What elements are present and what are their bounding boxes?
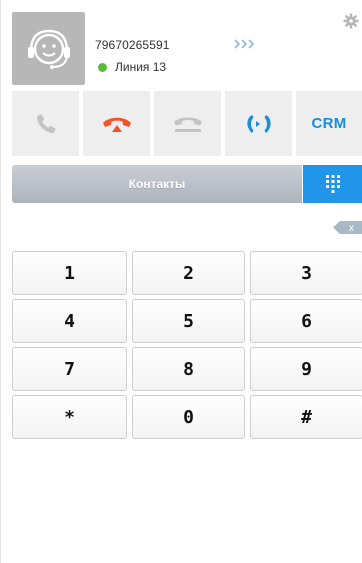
key-label: 2 — [183, 262, 194, 284]
key-label: 7 — [64, 358, 75, 380]
key-2[interactable]: 2 — [132, 251, 245, 295]
key-star[interactable]: * — [12, 395, 127, 439]
key-1[interactable]: 1 — [12, 251, 127, 295]
key-5[interactable]: 5 — [132, 299, 245, 343]
contacts-label: Контакты — [128, 177, 186, 191]
crm-button[interactable]: CRM — [296, 91, 362, 156]
call-actions: CRM — [12, 91, 362, 156]
gear-icon[interactable] — [343, 13, 359, 29]
key-hash[interactable]: # — [250, 395, 362, 439]
avatar — [12, 12, 85, 85]
key-label: 5 — [183, 310, 194, 332]
key-3[interactable]: 3 — [250, 251, 362, 295]
hangup-button[interactable] — [83, 91, 150, 156]
key-label: 6 — [301, 310, 312, 332]
key-label: 3 — [301, 262, 312, 284]
dialpad-grid-icon — [326, 175, 340, 193]
key-6[interactable]: 6 — [250, 299, 362, 343]
dialpad-toggle-button[interactable] — [303, 165, 362, 203]
key-label: 0 — [183, 406, 194, 428]
key-label: * — [64, 406, 75, 428]
line-status: Линия 13 — [98, 60, 166, 74]
backspace-label: x — [349, 223, 354, 234]
phone-icon — [36, 113, 56, 133]
transfer-button[interactable] — [225, 91, 292, 156]
user-headset-icon — [27, 29, 70, 69]
backspace-icon[interactable]: x — [333, 221, 362, 234]
key-label: 8 — [183, 358, 194, 380]
dialpad: 1 2 3 4 5 6 7 8 9 * 0 # — [12, 251, 362, 439]
key-7[interactable]: 7 — [12, 347, 127, 391]
status-dot — [98, 62, 107, 72]
key-label: # — [301, 406, 312, 428]
key-4[interactable]: 4 — [12, 299, 127, 343]
key-8[interactable]: 8 — [132, 347, 245, 391]
key-label: 9 — [301, 358, 312, 380]
crm-label: CRM — [311, 115, 347, 132]
call-button[interactable] — [12, 91, 79, 156]
line-label: Линия 13 — [115, 60, 167, 74]
hold-phone-icon — [173, 117, 202, 132]
transfer-icon — [246, 114, 271, 133]
forward-arrows-icon[interactable] — [233, 38, 261, 50]
softphone-window: 79670265591 Линия 13 CRM Контакты x 1 2 … — [0, 0, 362, 563]
key-label: 4 — [64, 310, 75, 332]
contacts-button[interactable]: Контакты — [12, 165, 302, 203]
phone-number: 79670265591 — [95, 38, 170, 52]
key-0[interactable]: 0 — [132, 395, 245, 439]
hangup-phone-icon — [102, 117, 131, 132]
hold-button[interactable] — [154, 91, 221, 156]
key-label: 1 — [64, 262, 75, 284]
key-9[interactable]: 9 — [250, 347, 362, 391]
